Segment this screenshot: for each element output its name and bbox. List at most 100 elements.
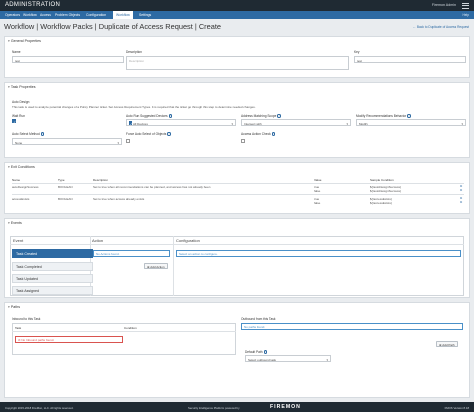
- add-path-button[interactable]: ⊕ Add Path: [436, 341, 458, 347]
- exit-row-type: BOOLEAN: [58, 185, 73, 189]
- no-outbound-message: No paths found.: [241, 323, 463, 330]
- select-method-label: Auto Select Method?: [12, 132, 45, 136]
- nav-item-problem-objects[interactable]: Problem Objects: [52, 11, 83, 19]
- add-action-button[interactable]: ⊕ Add Action: [144, 263, 168, 269]
- col-header-value: Value: [314, 178, 322, 182]
- force-select-label: Force Auto Select of Objects?: [126, 132, 171, 136]
- outbound-label: Outbound from this Task: [241, 317, 276, 321]
- col-header-name: Name: [12, 178, 21, 182]
- app-title: ADMINISTRATION: [5, 2, 61, 8]
- exit-row-sample: ${!accessExists}: [370, 201, 392, 205]
- matching-scope-select[interactable]: Intersect with ▾: [241, 119, 351, 126]
- exit-row-value: false: [314, 201, 321, 205]
- exit-row-value: false: [314, 189, 321, 193]
- nav-item-settings[interactable]: Settings: [136, 11, 154, 19]
- description-label: Description: [126, 50, 142, 54]
- collapse-caret-icon: ▾: [8, 38, 10, 43]
- exit-row-name: autoDesignSuccess: [12, 185, 39, 189]
- paths-title[interactable]: ▾Paths: [8, 305, 20, 309]
- description-input[interactable]: Description: [126, 56, 349, 70]
- chevron-down-icon: ▾: [231, 121, 233, 126]
- no-inbound-message: ⊘ No Inbound paths found.: [15, 336, 123, 343]
- access-check-checkbox[interactable]: [241, 139, 245, 143]
- matching-scope-label: Address Matching Scope?: [241, 114, 281, 118]
- event-item-task-updated[interactable]: Task Updated: [12, 274, 93, 283]
- modify-behavior-select[interactable]: Modify ▾: [356, 119, 466, 126]
- name-input[interactable]: test: [12, 56, 124, 63]
- key-input[interactable]: test: [354, 56, 466, 63]
- hamburger-menu-icon[interactable]: [462, 2, 469, 9]
- page-title: Workflow | Workflow Packs | Duplicate of…: [4, 22, 222, 31]
- event-column-header: Event: [13, 238, 24, 243]
- default-path-label: Default Path?: [245, 350, 267, 354]
- copy-icon[interactable]: ⧉: [460, 201, 463, 204]
- key-label: Key: [354, 50, 360, 54]
- inbound-col-task: Task: [15, 326, 22, 330]
- general-properties-title[interactable]: ▾General Properties: [8, 39, 41, 43]
- name-label: Name: [12, 50, 21, 54]
- back-link[interactable]: ← Back to Duplicate of Access Request: [413, 25, 469, 29]
- select-method-select[interactable]: None ▾: [12, 138, 122, 145]
- configuration-column-header: Configuration: [176, 238, 200, 243]
- modify-behavior-label: Modify Recommendations Behavior?: [356, 114, 411, 118]
- wait-run-label: Wait Run: [12, 114, 25, 118]
- exit-row-name: accessExists: [12, 197, 30, 201]
- user-menu[interactable]: Firemon Admin: [432, 3, 456, 7]
- auto-run-select[interactable]: All Devices ▾: [126, 119, 236, 126]
- main-nav: Operators Workflow Access Problem Object…: [0, 11, 474, 19]
- version-text: FMOS Version 8.18: [444, 405, 469, 410]
- wait-run-checkbox[interactable]: [12, 119, 16, 123]
- info-icon[interactable]: ?: [407, 114, 411, 118]
- copyright-text: Copyright 2015-2018 FireMon, LLC. All ri…: [5, 405, 74, 410]
- exit-row-type: BOOLEAN: [58, 197, 73, 201]
- event-item-task-created[interactable]: Task Created: [12, 249, 93, 258]
- info-icon[interactable]: ?: [167, 132, 171, 136]
- info-icon[interactable]: ?: [263, 350, 267, 354]
- auto-run-label: Auto Run Suggested Devices?: [126, 114, 173, 118]
- info-icon[interactable]: ?: [40, 132, 45, 136]
- divider: [10, 244, 464, 245]
- help-link[interactable]: Help: [462, 11, 469, 19]
- exit-conditions-panel: ▾Exit Conditions Name Type Description V…: [4, 162, 470, 214]
- action-column-header: Action: [92, 238, 104, 243]
- chevron-down-icon: ▾: [346, 121, 348, 126]
- exit-row-description: Set to true when all recommendations can…: [93, 185, 211, 189]
- exit-row-description: Set to true when access already exists: [93, 197, 145, 201]
- general-properties-panel: ▾General Properties Name test Descriptio…: [4, 36, 470, 78]
- firemon-logo: FIREMON: [270, 404, 301, 410]
- info-icon[interactable]: ?: [168, 114, 173, 118]
- inbound-col-condition: Condition: [124, 326, 137, 330]
- col-header-type: Type: [58, 178, 65, 182]
- paths-panel: ▾Paths Inbound to this Task Task Conditi…: [4, 302, 470, 398]
- event-item-task-assigned[interactable]: Task Assigned: [12, 286, 93, 295]
- events-title[interactable]: ▾Events: [8, 221, 22, 225]
- nav-item-workflow-active[interactable]: Workflow: [113, 11, 133, 19]
- exit-row-sample: ${!autoDesignSuccess}: [370, 189, 402, 193]
- col-header-sample: Sample Condition: [370, 178, 394, 182]
- chevron-down-icon: ▾: [117, 140, 119, 145]
- top-bar: ADMINISTRATION Firemon Admin: [0, 0, 474, 11]
- auto-run-checkbox[interactable]: [128, 121, 133, 125]
- chevron-down-icon: ▾: [326, 357, 328, 362]
- exit-conditions-title[interactable]: ▾Exit Conditions: [8, 165, 35, 169]
- divider: [12, 331, 236, 332]
- divider: [12, 194, 464, 195]
- col-header-description: Description: [93, 178, 109, 182]
- task-properties-title[interactable]: ▾Task Properties: [8, 85, 36, 89]
- divider: [12, 183, 464, 184]
- collapse-caret-icon: ▾: [8, 220, 10, 225]
- info-icon[interactable]: ?: [271, 132, 276, 136]
- info-icon[interactable]: ?: [277, 114, 281, 118]
- collapse-caret-icon: ▾: [8, 304, 10, 309]
- force-select-checkbox[interactable]: [126, 139, 130, 143]
- default-path-select[interactable]: Select outbound task ▾: [245, 355, 331, 362]
- divider: [173, 236, 174, 296]
- event-item-task-completed[interactable]: Task Completed: [12, 262, 93, 271]
- task-description: This task is used to analyze potential c…: [12, 105, 256, 109]
- task-properties-panel: ▾Task Properties Auto Design This task i…: [4, 82, 470, 158]
- nav-item-configuration[interactable]: Configuration: [83, 11, 109, 19]
- copy-icon[interactable]: ⧉: [460, 189, 463, 192]
- chevron-down-icon: ▾: [461, 121, 463, 126]
- inbound-label: Inbound to this Task: [12, 317, 41, 321]
- footer: Copyright 2015-2018 FireMon, LLC. All ri…: [0, 402, 474, 412]
